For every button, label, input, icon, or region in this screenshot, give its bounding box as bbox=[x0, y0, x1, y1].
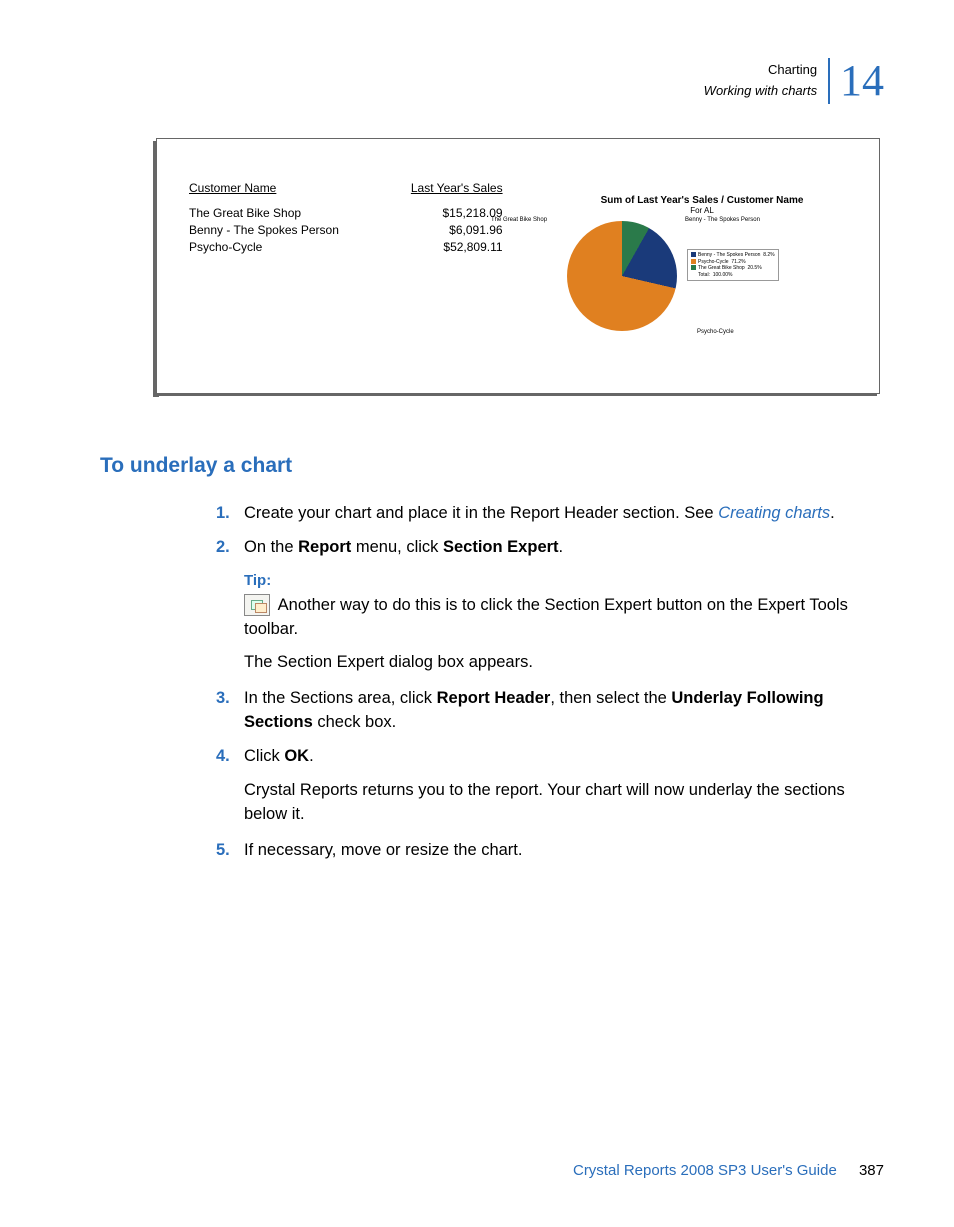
col-header-name: Customer Name bbox=[189, 181, 349, 196]
step-number: 3. bbox=[216, 687, 244, 735]
legend-1-pct: 8.2% bbox=[763, 252, 774, 258]
chart-title: Sum of Last Year's Sales / Customer Name bbox=[537, 195, 867, 206]
step-body: Click OK. bbox=[244, 745, 878, 769]
step-body: Create your chart and place it in the Re… bbox=[244, 502, 878, 526]
pie-label-tl: The Great Bike Shop bbox=[491, 217, 547, 223]
header-divider bbox=[828, 58, 830, 104]
step-body: If necessary, move or resize the chart. bbox=[244, 839, 878, 863]
footer-title: Crystal Reports 2008 SP3 User's Guide bbox=[573, 1162, 837, 1179]
creating-charts-link[interactable]: Creating charts bbox=[718, 504, 830, 522]
chapter-number: 14 bbox=[840, 61, 884, 101]
step-number: 1. bbox=[216, 502, 244, 526]
chart-legend: Benny - The Spokes Person 8.2% Psycho-Cy… bbox=[687, 249, 779, 281]
ok-button-ref: OK bbox=[284, 747, 309, 765]
row2-value: $6,091.96 bbox=[351, 223, 513, 238]
swatch-icon bbox=[691, 259, 696, 264]
row2-name: Benny - The Spokes Person bbox=[189, 223, 349, 238]
report-menu: Report bbox=[298, 538, 351, 556]
legend-4-pct: 100.00% bbox=[713, 272, 733, 278]
footer-page: 387 bbox=[859, 1162, 884, 1179]
step-number: 4. bbox=[216, 745, 244, 769]
report-header: Report Header bbox=[437, 689, 551, 707]
swatch-icon bbox=[691, 265, 696, 270]
section-expert-icon bbox=[244, 594, 270, 616]
tip-text: Another way to do this is to click the S… bbox=[244, 596, 848, 638]
row3-value: $52,809.11 bbox=[351, 240, 513, 255]
pie-label-br: Psycho-Cycle bbox=[697, 329, 734, 335]
step-number: 2. bbox=[216, 536, 244, 560]
legend-3-name: The Great Bike Shop bbox=[698, 265, 745, 271]
step1-post: . bbox=[830, 504, 835, 522]
step1-text: Create your chart and place it in the Re… bbox=[244, 504, 718, 522]
step-3: 3. In the Sections area, click Report He… bbox=[216, 687, 878, 735]
step-body: In the Sections area, click Report Heade… bbox=[244, 687, 878, 735]
legend-2-pct: 71.2% bbox=[731, 259, 745, 265]
swatch-icon bbox=[691, 252, 696, 257]
pie-label-tr: Benny - The Spokes Person bbox=[685, 217, 760, 223]
step-body: On the Report menu, click Section Expert… bbox=[244, 536, 878, 560]
pie-graphic: The Great Bike Shop Benny - The Spokes P… bbox=[567, 221, 677, 331]
tip-body: Another way to do this is to click the S… bbox=[244, 594, 878, 642]
legend-3-pct: 20.5% bbox=[747, 265, 761, 271]
legend-1-name: Benny - The Spokes Person bbox=[698, 252, 760, 258]
row3-name: Psycho-Cycle bbox=[189, 240, 349, 255]
swatch-icon bbox=[691, 272, 696, 277]
page-footer: Crystal Reports 2008 SP3 User's Guide 38… bbox=[573, 1162, 884, 1179]
row1-value: $15,218.09 bbox=[351, 206, 513, 221]
step-1: 1. Create your chart and place it in the… bbox=[216, 502, 878, 526]
step-2: 2. On the Report menu, click Section Exp… bbox=[216, 536, 878, 560]
report-table: Customer Name Last Year's Sales The Grea… bbox=[187, 179, 515, 257]
legend-2-name: Psycho-Cycle bbox=[698, 259, 729, 265]
report-figure: Customer Name Last Year's Sales The Grea… bbox=[156, 138, 880, 394]
page-header: Charting Working with charts 14 bbox=[704, 58, 884, 104]
legend-4-name: Total: bbox=[698, 272, 710, 278]
content-area: 1. Create your chart and place it in the… bbox=[216, 502, 878, 873]
chart-subtitle: For AL bbox=[537, 206, 867, 215]
header-section: Working with charts bbox=[704, 83, 817, 98]
step-5: 5. If necessary, move or resize the char… bbox=[216, 839, 878, 863]
col-header-sales: Last Year's Sales bbox=[351, 181, 513, 196]
tip-result: The Section Expert dialog box appears. bbox=[244, 651, 878, 675]
row1-name: The Great Bike Shop bbox=[189, 206, 349, 221]
header-chapter: Charting bbox=[768, 62, 817, 77]
step-number: 5. bbox=[216, 839, 244, 863]
section-expert: Section Expert bbox=[443, 538, 559, 556]
step4-result: Crystal Reports returns you to the repor… bbox=[244, 779, 878, 827]
header-text: Charting Working with charts bbox=[704, 60, 817, 102]
step-4: 4. Click OK. bbox=[216, 745, 878, 769]
tip-label: Tip: bbox=[244, 570, 878, 592]
section-heading: To underlay a chart bbox=[100, 454, 292, 478]
